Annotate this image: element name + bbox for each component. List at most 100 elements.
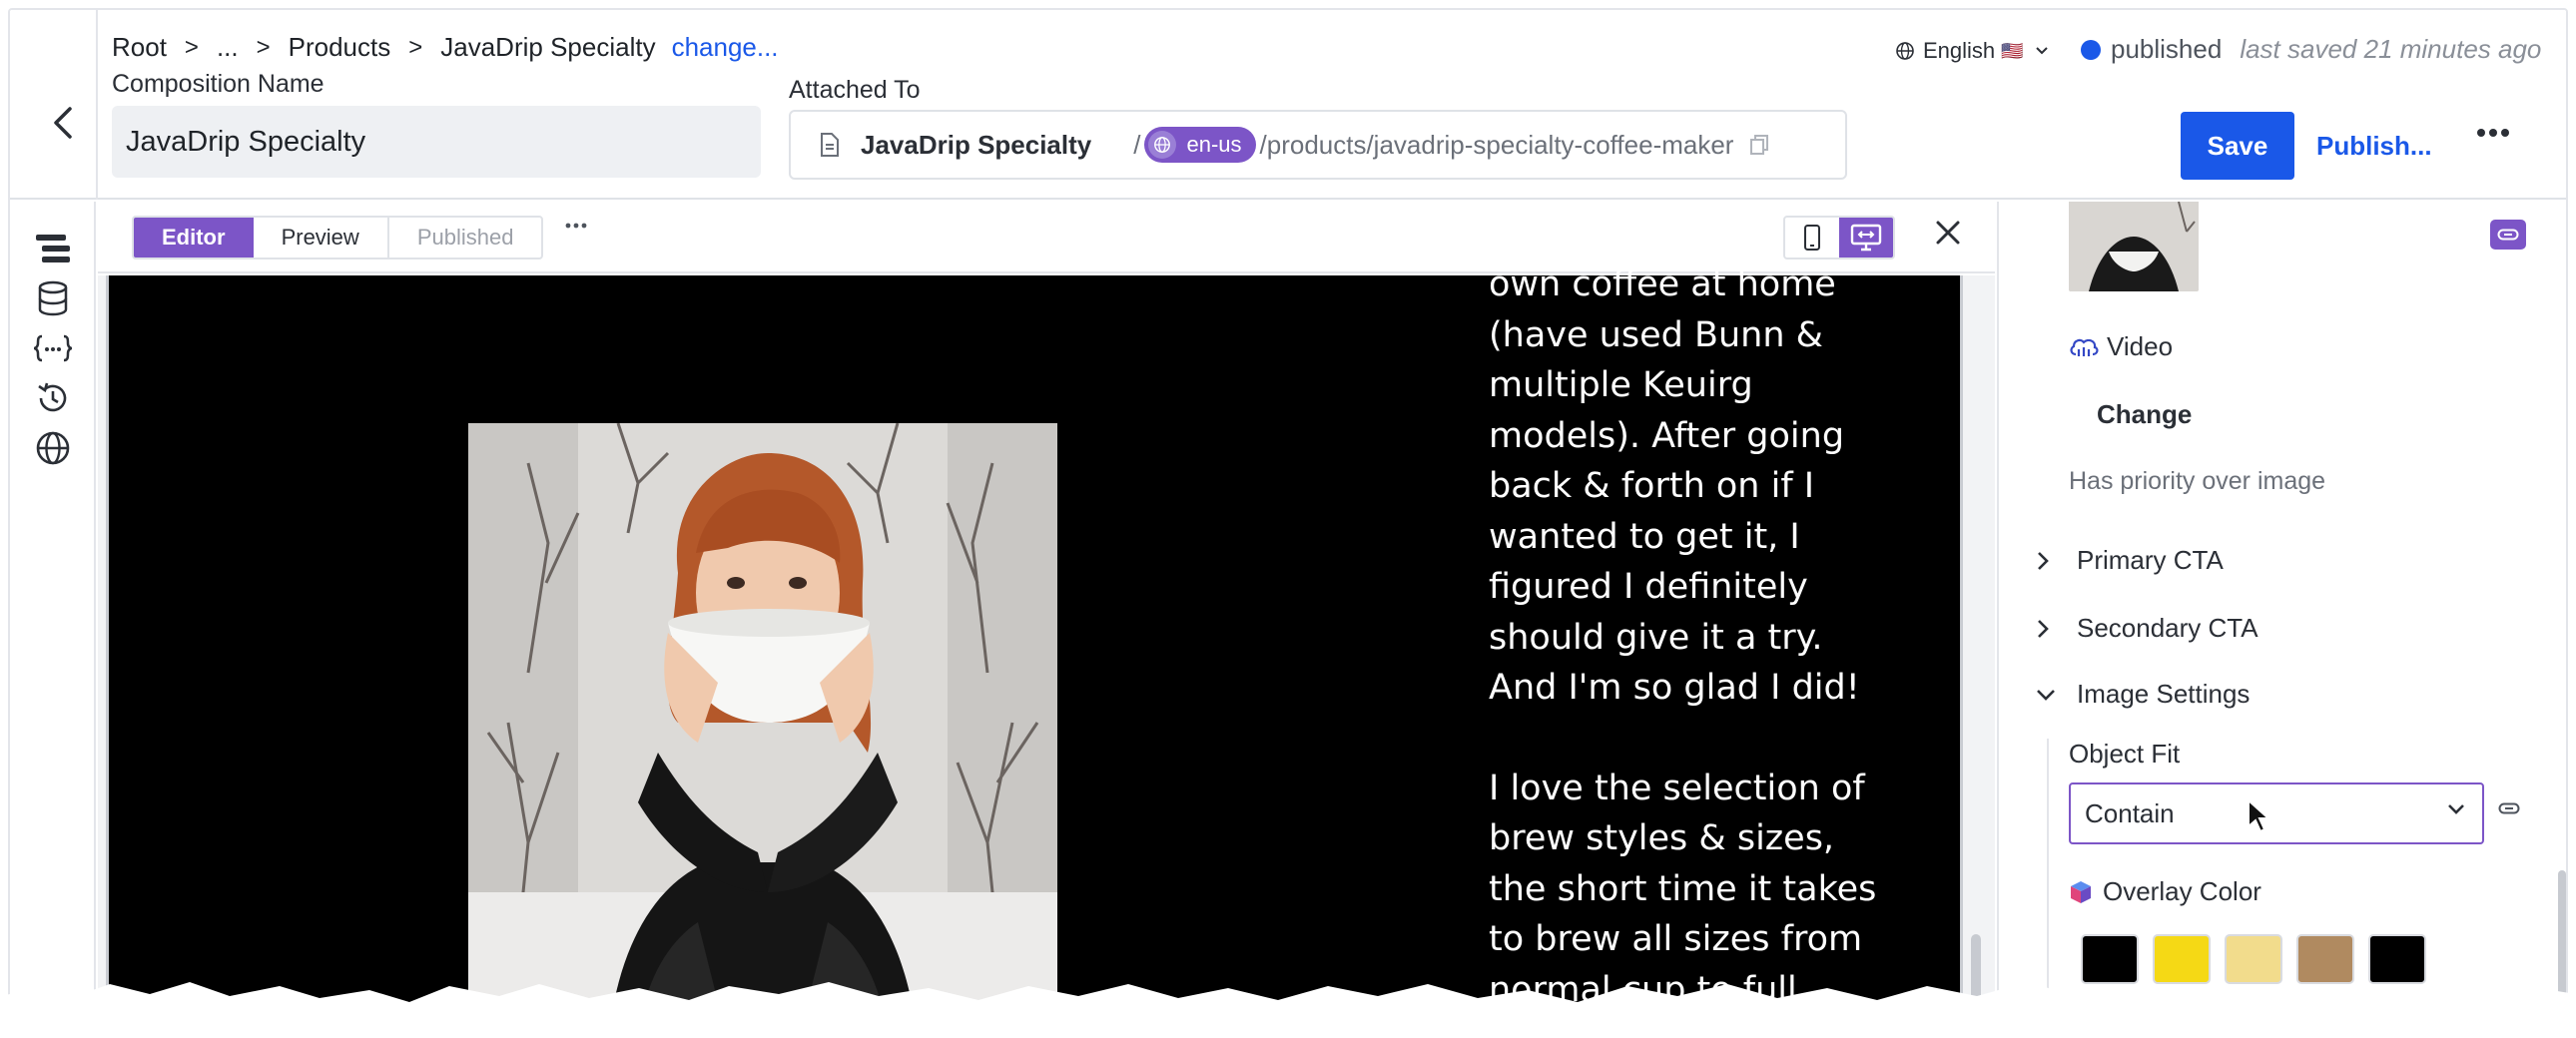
- database-icon: [38, 280, 68, 316]
- breadcrumb-separator: >: [184, 33, 199, 61]
- language-label: English: [1923, 38, 1996, 63]
- chevron-right-icon: [2035, 618, 2065, 640]
- history-icon: [38, 382, 67, 412]
- video-field: Video: [2069, 331, 2173, 362]
- tab-editor[interactable]: Editor: [134, 218, 254, 258]
- parameters-button[interactable]: [28, 323, 78, 373]
- globe-icon: [1896, 42, 1914, 60]
- composition-name-label: Composition Name: [112, 70, 324, 98]
- chevron-down-icon: [2035, 687, 2065, 703]
- more-options-button[interactable]: [2476, 128, 2510, 138]
- change-link[interactable]: change...: [672, 32, 779, 63]
- chevron-right-icon: [2035, 550, 2065, 572]
- palette-cube-icon: [2071, 880, 2091, 903]
- link-icon: [2497, 229, 2519, 241]
- woman-with-cup-illustration: [468, 423, 1057, 1014]
- globe-icon: [36, 431, 70, 465]
- breadcrumb-ellipsis[interactable]: ...: [217, 32, 239, 63]
- color-swatch[interactable]: [2296, 934, 2354, 984]
- desktop-icon: [1850, 224, 1882, 252]
- chevron-down-icon: [2035, 47, 2048, 55]
- preview-canvas: own coffee at home (have used Bunn & mul…: [98, 264, 1995, 1014]
- divider: [96, 10, 98, 200]
- section-secondary-cta[interactable]: Secondary CTA: [2035, 613, 2258, 644]
- image-thumbnail[interactable]: [2069, 202, 2199, 291]
- image-thumbnail-illustration: [2069, 202, 2199, 291]
- overlay-color-field: Overlay Color: [2069, 876, 2261, 907]
- copy-icon[interactable]: [1749, 134, 1769, 156]
- close-button[interactable]: [1935, 220, 1961, 246]
- color-swatch[interactable]: [2153, 934, 2211, 984]
- app-window: Root > ... > Products > JavaDrip Special…: [8, 8, 2568, 1016]
- breadcrumb-separator: >: [408, 33, 423, 61]
- video-help-text: Has priority over image: [2069, 467, 2326, 495]
- hero-preview[interactable]: own coffee at home (have used Bunn & mul…: [106, 264, 1963, 1014]
- globe-icon: [1148, 131, 1177, 159]
- language-selector[interactable]: English 🇺🇸: [1895, 38, 2050, 64]
- document-icon: [819, 132, 841, 158]
- data-sources-button[interactable]: [28, 273, 78, 323]
- change-video-button[interactable]: Change: [2097, 399, 2192, 430]
- locale-label: en-us: [1186, 132, 1242, 157]
- last-saved: last saved 21 minutes ago: [2240, 34, 2542, 64]
- overlay-color-label: Overlay Color: [2103, 876, 2261, 906]
- breadcrumb-separator: >: [256, 33, 271, 61]
- attached-to-field[interactable]: JavaDrip Specialty / en-us /products/jav…: [789, 110, 1847, 180]
- breadcrumb-current: JavaDrip Specialty: [440, 32, 656, 62]
- breadcrumb-products[interactable]: Products: [289, 32, 391, 63]
- section-label: Secondary CTA: [2077, 613, 2258, 643]
- section-primary-cta[interactable]: Primary CTA: [2035, 545, 2224, 576]
- locale-pill: en-us: [1144, 127, 1256, 163]
- breadcrumb: Root > ... > Products > JavaDrip Special…: [112, 32, 779, 63]
- attached-entry-name: JavaDrip Specialty: [861, 129, 1092, 160]
- object-fit-link-button[interactable]: [2498, 802, 2520, 814]
- back-button[interactable]: [28, 88, 98, 158]
- structure-button[interactable]: [28, 224, 78, 273]
- object-fit-value: Contain: [2085, 797, 2175, 828]
- device-toggle: [1783, 216, 1895, 260]
- section-label: Image Settings: [2077, 679, 2251, 709]
- section-indent-line: [2047, 739, 2049, 1014]
- save-button[interactable]: Save: [2181, 112, 2294, 180]
- close-icon: [1936, 221, 1960, 245]
- mobile-view-button[interactable]: [1785, 218, 1839, 258]
- publish-button[interactable]: Publish...: [2316, 112, 2432, 180]
- linked-field-button[interactable]: [2490, 220, 2526, 250]
- overlay-color-swatches: [2081, 934, 2440, 984]
- color-swatch[interactable]: [2368, 934, 2426, 984]
- more-horizontal-icon: [2477, 129, 2509, 137]
- object-fit-select[interactable]: Contain: [2069, 782, 2484, 844]
- properties-panel: Video Change Has priority over image Pri…: [1997, 202, 2566, 1014]
- localization-button[interactable]: [28, 423, 78, 473]
- color-swatch[interactable]: [2225, 934, 2282, 984]
- link-icon: [2498, 802, 2520, 814]
- testimonial-paragraph-1: own coffee at home (have used Bunn & mul…: [1489, 264, 1860, 708]
- section-label: Primary CTA: [2077, 545, 2224, 575]
- hero-image[interactable]: [468, 423, 1057, 1014]
- breadcrumb-root[interactable]: Root: [112, 32, 167, 63]
- tab-preview[interactable]: Preview: [254, 218, 389, 258]
- desktop-view-button[interactable]: [1839, 218, 1893, 258]
- more-horizontal-icon: [565, 223, 587, 229]
- attached-path: /products/javadrip-specialty-coffee-make…: [1259, 129, 1734, 160]
- left-rail: [10, 202, 96, 1014]
- tab-published[interactable]: Published: [389, 218, 542, 258]
- section-image-settings[interactable]: Image Settings: [2035, 679, 2250, 710]
- view-mode-tabs: Editor Preview Published: [132, 216, 544, 260]
- composition-name-input[interactable]: JavaDrip Specialty: [112, 106, 761, 178]
- mouse-cursor-icon: [2248, 798, 2270, 833]
- chevron-down-icon: [2446, 802, 2466, 816]
- json-braces-icon: [33, 334, 73, 362]
- color-swatch[interactable]: [2081, 934, 2139, 984]
- video-label: Video: [2107, 331, 2174, 361]
- structure-icon: [36, 235, 70, 262]
- object-fit-label: Object Fit: [2069, 739, 2181, 769]
- torn-edge: [0, 982, 2576, 1038]
- toolbar-more-button[interactable]: [565, 222, 587, 230]
- cloudinary-icon: [2070, 338, 2099, 356]
- mobile-icon: [1804, 225, 1820, 251]
- path-slash: /: [1133, 129, 1141, 160]
- chevron-left-icon: [54, 107, 72, 139]
- history-button[interactable]: [28, 373, 78, 423]
- header: Root > ... > Products > JavaDrip Special…: [10, 10, 2566, 200]
